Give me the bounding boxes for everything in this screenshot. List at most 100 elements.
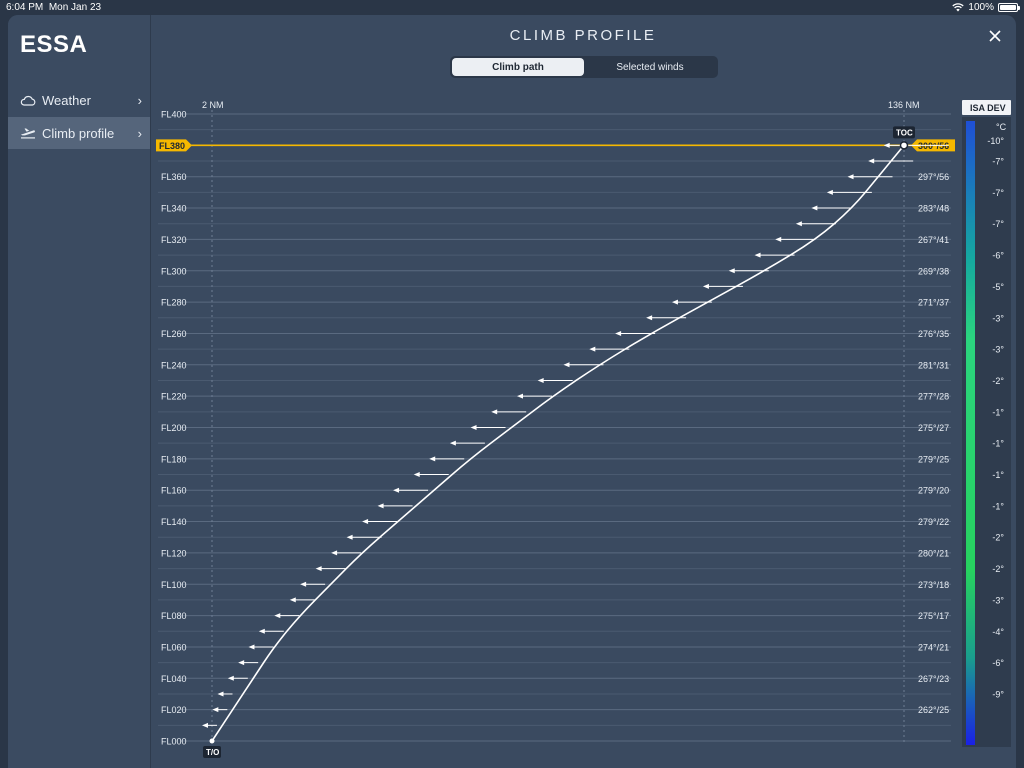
isa-dev-label: -3° xyxy=(992,595,1004,605)
level-label: FL260 xyxy=(161,329,187,339)
wind-arrow-head xyxy=(754,252,761,258)
wind-value-label: 281°/31 xyxy=(918,360,949,370)
wind-arrow-head xyxy=(470,425,477,430)
wind-value-label: 283°/48 xyxy=(918,204,949,214)
wind-value-label: 273°/18 xyxy=(918,580,949,590)
wind-arrow-head xyxy=(517,393,524,399)
wind-arrow-head xyxy=(377,503,384,509)
level-label: FL360 xyxy=(161,172,187,182)
level-label: FL280 xyxy=(161,298,187,308)
wind-arrow-head xyxy=(217,691,224,697)
isa-dev-label: -1° xyxy=(992,407,1004,417)
level-label: FL340 xyxy=(161,204,187,214)
toc-label: TOC xyxy=(896,128,913,137)
wifi-icon xyxy=(952,3,965,12)
isa-dev-label: -1° xyxy=(992,501,1004,511)
battery-icon xyxy=(998,3,1020,12)
isa-dev-label: -2° xyxy=(992,376,1004,386)
wind-arrow-head xyxy=(615,330,622,336)
isa-dev-label: -3° xyxy=(992,313,1004,323)
wind-arrow-head xyxy=(491,409,498,415)
isa-dev-label: -1° xyxy=(992,439,1004,449)
wind-value-label: 279°/22 xyxy=(918,517,949,527)
toc-point xyxy=(899,141,909,150)
wind-value-label: 274°/21 xyxy=(918,642,949,652)
level-label: FL060 xyxy=(161,642,187,652)
status-time-date: 6:04 PM Mon Jan 23 xyxy=(6,2,102,13)
level-label: FL400 xyxy=(161,110,187,120)
wind-value-label: 262°/25 xyxy=(918,705,949,715)
climb-profile-chart: FL400 FL360 FL340 FL320 FL300 FL280 FL260 FL240… xyxy=(156,100,1011,758)
level-label: FL220 xyxy=(161,392,187,402)
isa-dev-label: -10° xyxy=(987,136,1004,146)
app-window: ESSA Weather › Climb profile › CLIMB PRO… xyxy=(8,15,1016,768)
wind-value-label: 277°/28 xyxy=(918,392,949,402)
wind-arrow-head xyxy=(274,613,281,619)
level-label: FL120 xyxy=(161,548,187,558)
isa-dev-label: -2° xyxy=(992,533,1004,543)
isa-dev-label: -4° xyxy=(992,627,1004,637)
takeoff-label: T/O xyxy=(206,748,219,757)
wind-value-label: 269°/38 xyxy=(918,266,949,276)
level-label: FL100 xyxy=(161,580,187,590)
level-label: FL320 xyxy=(161,235,187,245)
wind-arrow-head xyxy=(847,174,854,180)
wind-arrow-head xyxy=(331,550,338,556)
isa-unit: °C xyxy=(996,122,1007,132)
isa-dev-label: -3° xyxy=(992,345,1004,355)
status-bar: 6:04 PM Mon Jan 23 100% xyxy=(0,0,1024,16)
isa-color-bar xyxy=(966,121,975,745)
level-label: FL140 xyxy=(161,517,187,527)
wind-value-label: 297°/56 xyxy=(918,172,949,182)
dist-start-label: 2 NM xyxy=(202,100,224,110)
wind-value-label: 276°/35 xyxy=(918,329,949,339)
wind-arrow-head xyxy=(589,346,596,352)
level-label: FL240 xyxy=(161,360,187,370)
wind-arrow-head xyxy=(248,644,255,650)
wind-value-label: 280°/21 xyxy=(918,548,949,558)
cruise-level-label: FL380 xyxy=(159,141,185,151)
wind-arrow-head xyxy=(413,472,420,478)
wind-arrow-head xyxy=(227,675,234,681)
wind-arrow-head xyxy=(702,283,709,289)
wind-arrow-head xyxy=(671,299,678,305)
level-label: FL020 xyxy=(161,705,187,715)
battery-percent: 100% xyxy=(968,2,994,13)
level-label: FL160 xyxy=(161,486,187,496)
wind-arrow-head xyxy=(346,534,353,540)
wind-arrow-head xyxy=(289,597,296,603)
wind-arrow-head xyxy=(393,487,400,493)
wind-arrow-head xyxy=(202,722,208,728)
wind-value-label: 275°/17 xyxy=(918,611,949,621)
level-label: FL080 xyxy=(161,611,187,621)
wind-value-label: 267°/23 xyxy=(918,674,949,684)
wind-arrow-head xyxy=(868,158,875,164)
wind-arrow-head xyxy=(238,660,245,666)
wind-arrow-head xyxy=(775,236,782,242)
isa-dev-label: -5° xyxy=(992,282,1004,292)
status-right: 100% xyxy=(952,2,1020,13)
wind-value-label: 279°/25 xyxy=(918,454,949,464)
wind-arrow-head xyxy=(811,205,818,211)
isa-dev-label: -6° xyxy=(992,251,1004,261)
wind-value-label: 275°/27 xyxy=(918,423,949,433)
isa-header: ISA DEV xyxy=(970,103,1006,113)
level-label: FL200 xyxy=(161,423,187,433)
wind-arrow-head xyxy=(362,519,369,525)
level-label: FL300 xyxy=(161,266,187,276)
wind-arrow-head xyxy=(646,315,653,321)
isa-dev-label: -9° xyxy=(992,689,1004,699)
wind-arrow-head xyxy=(563,362,570,368)
wind-arrow-head xyxy=(449,440,456,446)
level-label: FL040 xyxy=(161,674,187,684)
isa-dev-label: -7° xyxy=(992,188,1004,198)
level-label: FL180 xyxy=(161,454,187,464)
isa-dev-label: -2° xyxy=(992,564,1004,574)
wind-value-label: 271°/37 xyxy=(918,298,949,308)
isa-dev-label: -1° xyxy=(992,470,1004,480)
wind-value-label: 267°/41 xyxy=(918,235,949,245)
wind-arrow-head xyxy=(315,566,322,572)
dist-end-label: 136 NM xyxy=(888,100,920,110)
wind-arrow-head xyxy=(728,268,735,274)
wind-arrow-head xyxy=(300,581,307,587)
